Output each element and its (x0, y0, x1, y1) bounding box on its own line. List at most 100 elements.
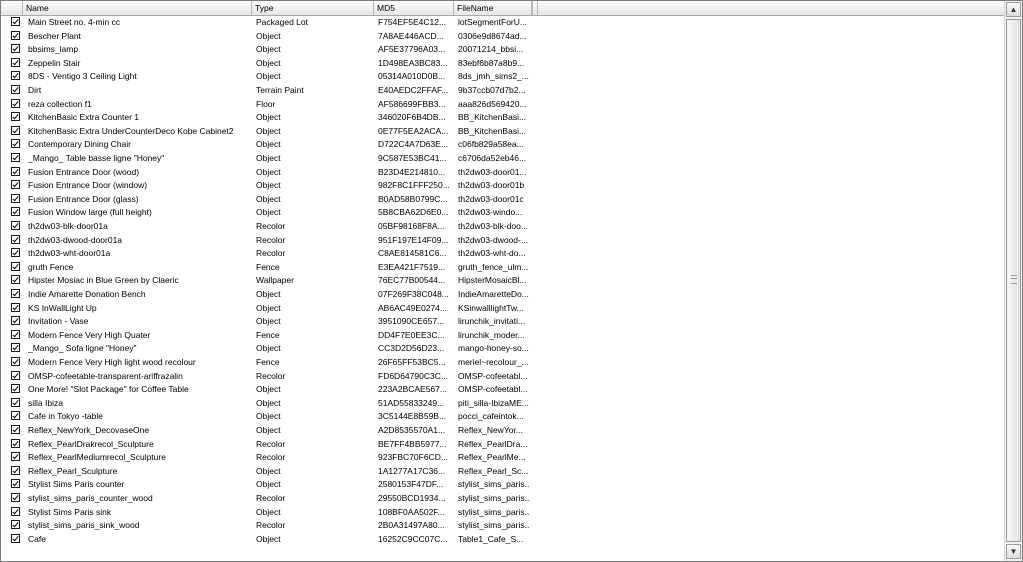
row-checkbox[interactable] (11, 166, 20, 176)
table-row[interactable]: stylist_sims_paris_sink_wood Recolor 2B0A3… (1, 519, 1004, 533)
table-row[interactable]: Bescher Plant Object 7A8AE446ACD... 0306e9d… (1, 30, 1004, 44)
table-row[interactable]: Main Street no. 4-min cc Packaged Lot F754… (1, 16, 1004, 30)
table-row[interactable]: Modern Fence Very High light wood recolo… (1, 356, 1004, 370)
table-row[interactable]: _Mango_ Sofa ligne "Honey" Object CC3D2D56… (1, 342, 1004, 356)
row-checkbox[interactable] (11, 411, 20, 421)
row-checkbox[interactable] (11, 44, 20, 54)
row-checkbox[interactable] (11, 221, 20, 230)
row-name: 8DS - Ventigo 3 Ceiling Light (28, 71, 137, 82)
row-checkbox[interactable] (11, 207, 20, 217)
row-md5: 1A1277A17C36... (378, 465, 446, 476)
table-row[interactable]: Cafe Object 16252C9CC07C... Table1_Cafe_S..… (1, 533, 1004, 547)
row-checkbox[interactable] (11, 370, 20, 380)
grip-icon (1011, 275, 1017, 284)
row-filename: 20071214_bbsi... (458, 44, 524, 55)
table-row[interactable]: Reflex_NewYork_DecovaseOne Object A2D85355… (1, 424, 1004, 438)
table-row[interactable]: Invitation - Vase Object 3951090CE657... li… (1, 315, 1004, 329)
row-checkbox[interactable] (11, 85, 20, 94)
table-row[interactable]: stylist_sims_paris_counter_wood Recolor 29… (1, 492, 1004, 506)
row-checkbox[interactable] (11, 139, 20, 149)
row-checkbox[interactable] (11, 479, 20, 489)
column-header-type[interactable]: Type (252, 1, 374, 15)
table-row[interactable]: th2dw03-dwood-door01a Recolor 951F197E14F0… (1, 234, 1004, 248)
row-checkbox[interactable] (11, 452, 20, 462)
column-header-filename[interactable]: FileName (454, 1, 532, 15)
row-checkbox[interactable] (11, 520, 20, 530)
table-row[interactable]: Contemporary Dining Chair Object D722C4A7D… (1, 138, 1004, 152)
row-type: Object (256, 112, 281, 123)
row-checkbox[interactable] (11, 343, 20, 353)
column-header-md5[interactable]: MD5 (374, 1, 454, 15)
row-checkbox[interactable] (11, 261, 20, 271)
row-checkbox[interactable] (11, 193, 20, 203)
table-row[interactable]: Dirt Terrain Paint E40AEDC2FFAF... 9b37ccb0… (1, 84, 1004, 98)
column-header-check[interactable] (1, 1, 23, 15)
row-checkbox[interactable] (11, 234, 20, 244)
table-row[interactable]: gruth Fence Fence E3EA421F7519... gruth_fen… (1, 261, 1004, 275)
table-row[interactable]: Reflex_Pearl_Sculpture Object 1A1277A17C36… (1, 465, 1004, 479)
row-md5: BE7FF4BB5977... (378, 438, 447, 449)
table-row[interactable]: th2dw03-blk-door01a Recolor 05BF98168F8A..… (1, 220, 1004, 234)
table-row[interactable]: OMSP-cofeetable-transparent-ariffrazalin… (1, 370, 1004, 384)
table-row[interactable]: silla Ibiza Object 51AD55833249... piti_sil… (1, 397, 1004, 411)
table-row[interactable]: Reflex_PearlDrakrecol_Sculpture Recolor BE… (1, 438, 1004, 452)
arrow-down-icon[interactable]: ▼ (1006, 544, 1021, 559)
vertical-scrollbar[interactable]: ▲ ▼ (1004, 1, 1022, 561)
table-row[interactable]: Fusion Entrance Door (window) Object 982F8… (1, 179, 1004, 193)
table-row[interactable]: Hipster Mosiac in Blue Green by Claeric W… (1, 274, 1004, 288)
table-row[interactable]: th2dw03-wht-door01a Recolor C8AE814581C6..… (1, 247, 1004, 261)
table-row[interactable]: Fusion Entrance Door (glass) Object B0AD58… (1, 193, 1004, 207)
table-row[interactable]: bbsims_lamp Object AF5E37796A03... 20071214… (1, 43, 1004, 57)
row-checkbox[interactable] (11, 425, 20, 434)
column-header-name[interactable]: Name (23, 1, 252, 15)
row-checkbox[interactable] (11, 57, 20, 67)
row-checkbox[interactable] (11, 153, 20, 162)
row-checkbox[interactable] (11, 112, 20, 122)
row-type: Recolor (256, 520, 286, 531)
row-checkbox[interactable] (11, 397, 20, 407)
table-row[interactable]: Stylist Sims Paris sink Object 108BF0AA502… (1, 506, 1004, 520)
table-row[interactable]: Reflex_PearlMediumrecol_Sculpture Recolor… (1, 451, 1004, 465)
table-row[interactable]: reza collection f1 Floor AF586699FBB3... aa… (1, 98, 1004, 112)
row-checkbox[interactable] (11, 493, 20, 502)
table-row[interactable]: _Mango_ Table basse ligne "Honey" Object 9… (1, 152, 1004, 166)
row-checkbox[interactable] (11, 98, 20, 108)
table-row[interactable]: Cafe in Tokyo -table Object 3C5144E8B59B..… (1, 410, 1004, 424)
row-checkbox[interactable] (11, 125, 20, 135)
table-row[interactable]: Stylist Sims Paris counter Object 2580153F… (1, 478, 1004, 492)
row-checkbox[interactable] (11, 357, 20, 366)
row-checkbox[interactable] (11, 71, 20, 81)
row-md5: 29550BCD1934... (378, 493, 446, 503)
row-checkbox[interactable] (11, 438, 20, 448)
row-checkbox[interactable] (11, 506, 20, 516)
row-name: silla Ibiza (28, 397, 63, 408)
row-checkbox[interactable] (11, 275, 20, 285)
row-checkbox[interactable] (11, 533, 20, 543)
row-md5: 9C587E53BC41... (378, 153, 447, 163)
table-row[interactable]: Indie Amarette Donation Bench Object 07F26… (1, 288, 1004, 302)
scrollbar-thumb[interactable] (1006, 19, 1021, 542)
row-checkbox[interactable] (11, 248, 20, 258)
table-row[interactable]: Zeppelin Stair Object 1D498EA3BC83... 83ebf… (1, 57, 1004, 71)
row-checkbox[interactable] (11, 465, 20, 475)
table-row[interactable]: Fusion Window large (full height) Object 5… (1, 206, 1004, 220)
row-checkbox[interactable] (11, 30, 20, 40)
table-row[interactable]: Modern Fence Very High Quater Fence DD4F7E… (1, 329, 1004, 343)
table-row[interactable]: One More! "Slot Package" for Coffee Tabl… (1, 383, 1004, 397)
row-filename: Reflex_PearlMe... (458, 452, 526, 463)
row-checkbox[interactable] (11, 384, 20, 394)
table-row[interactable]: KitchenBasic Extra UnderCounterDeco Kobe… (1, 125, 1004, 139)
row-checkbox[interactable] (11, 329, 20, 339)
table-row[interactable]: KS InWallLight Up Object AB6AC49E0274... KS… (1, 302, 1004, 316)
table-row[interactable]: KitchenBasic Extra Counter 1 Object 346020… (1, 111, 1004, 125)
column-header-empty[interactable] (532, 1, 538, 15)
row-checkbox[interactable] (11, 17, 20, 26)
row-md5: 05BF98168F8A... (378, 221, 445, 231)
row-checkbox[interactable] (11, 302, 20, 312)
table-row[interactable]: 8DS - Ventigo 3 Ceiling Light Object 05314… (1, 70, 1004, 84)
arrow-up-icon[interactable]: ▲ (1006, 2, 1021, 17)
row-checkbox[interactable] (11, 316, 20, 326)
table-row[interactable]: Fusion Entrance Door (wood) Object B23D4E2… (1, 166, 1004, 180)
row-checkbox[interactable] (11, 289, 20, 298)
row-checkbox[interactable] (11, 180, 20, 190)
